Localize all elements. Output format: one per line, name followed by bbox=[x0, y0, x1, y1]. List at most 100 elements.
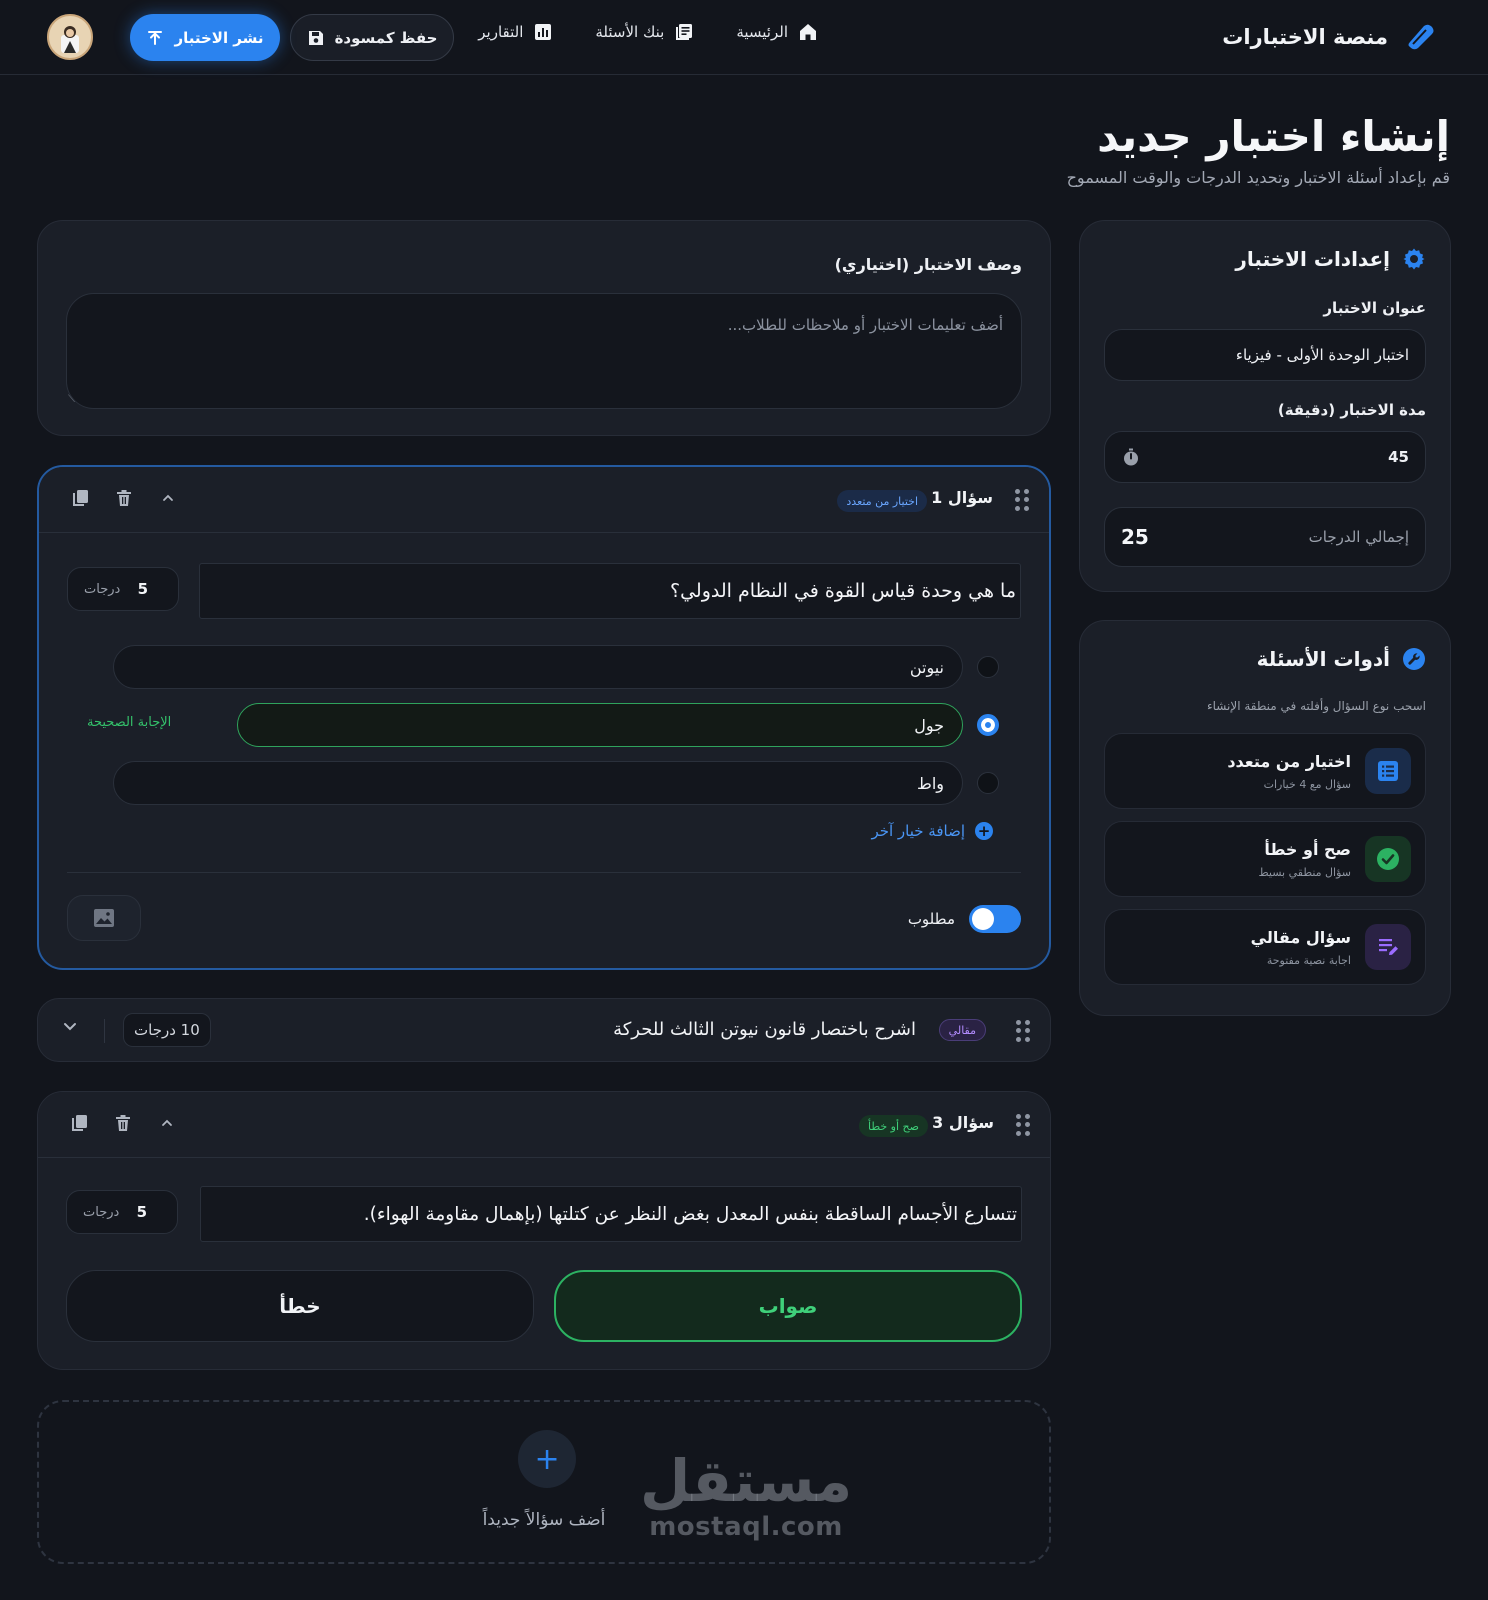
score-input[interactable]: 5 درجات bbox=[67, 567, 179, 611]
gear-icon bbox=[1403, 248, 1425, 270]
nav-link-label: الرئيسية bbox=[736, 23, 788, 41]
user-avatar-icon bbox=[61, 26, 79, 53]
trash-icon[interactable] bbox=[112, 1112, 134, 1134]
drag-handle-icon[interactable] bbox=[1016, 1020, 1030, 1042]
tool-essay[interactable]: سؤال مقالي اجابة نصية مفتوحة bbox=[1104, 909, 1426, 985]
tool-name: اختيار من متعدد bbox=[1227, 752, 1351, 771]
option-radio[interactable] bbox=[977, 772, 999, 794]
question-text: اشرح باختصار قانون نيوتن الثالث للحركة bbox=[613, 1019, 916, 1040]
tools-hint: اسحب نوع السؤال وأفلته في منطقة الإنشاء bbox=[1207, 699, 1426, 713]
copy-icon[interactable] bbox=[69, 487, 91, 509]
copy-icon[interactable] bbox=[68, 1112, 90, 1134]
add-question-label: أضف سؤالاً جديداً bbox=[482, 1510, 606, 1530]
settings-heading-text: إعدادات الاختبار bbox=[1235, 247, 1390, 271]
upload-icon bbox=[148, 30, 163, 45]
nav-link-reports[interactable]: التقارير bbox=[478, 22, 553, 42]
tools-heading-text: أدوات الأسئلة bbox=[1256, 647, 1390, 671]
type-badge: مقالي bbox=[938, 1019, 986, 1041]
edit-text-icon bbox=[1365, 924, 1411, 970]
question-actions bbox=[68, 1112, 178, 1134]
nav-links: الرئيسية بنك الأسئلة التقارير bbox=[478, 22, 818, 42]
score-unit: درجات bbox=[84, 581, 121, 597]
question-bank-icon bbox=[676, 24, 693, 40]
duration-label: مدة الاختبار (دقيقة) bbox=[1277, 401, 1426, 419]
question-header: سؤال 1 اختيار من متعدد bbox=[39, 467, 1049, 533]
drag-handle-icon[interactable] bbox=[1015, 489, 1029, 511]
add-image-button[interactable] bbox=[67, 895, 141, 941]
add-option-label: إضافة خيار آخر bbox=[871, 822, 965, 840]
question-actions bbox=[69, 487, 179, 509]
tool-true-false[interactable]: صح أو خطأ سؤال منطقي بسيط bbox=[1104, 821, 1426, 897]
score-input[interactable]: 5 درجات bbox=[66, 1190, 178, 1234]
required-label: مطلوب bbox=[907, 910, 955, 928]
trash-icon[interactable] bbox=[113, 487, 135, 509]
settings-heading: إعدادات الاختبار bbox=[1235, 247, 1426, 271]
quiz-title-label: عنوان الاختبار bbox=[1323, 299, 1426, 317]
resize-handle-icon[interactable]: ⟋ bbox=[68, 394, 75, 405]
nav-link-home[interactable]: الرئيسية bbox=[736, 22, 818, 42]
check-circle-icon bbox=[1365, 836, 1411, 882]
option-input[interactable]: نيوتن bbox=[113, 645, 963, 689]
chevron-down-icon[interactable] bbox=[62, 1018, 78, 1038]
brand[interactable]: منصة الاختبارات bbox=[1222, 20, 1438, 54]
reports-icon bbox=[535, 24, 552, 40]
required-toggle[interactable] bbox=[969, 905, 1021, 933]
tools-heading: أدوات الأسئلة bbox=[1257, 647, 1426, 671]
total-score-label: إجمالي الدرجات bbox=[1308, 528, 1409, 546]
option-input-correct[interactable]: جول bbox=[237, 703, 963, 747]
question-tools-card: أدوات الأسئلة اسحب نوع السؤال وأفلته في … bbox=[1079, 620, 1451, 1016]
quiz-settings-card: إعدادات الاختبار عنوان الاختبار اختبار ا… bbox=[1079, 220, 1451, 592]
required-toggle-row: مطلوب bbox=[908, 905, 1021, 933]
question-header: سؤال 3 صح أو خطأ bbox=[38, 1092, 1050, 1158]
avatar[interactable] bbox=[47, 14, 93, 60]
save-icon bbox=[308, 30, 323, 45]
question-card-2-collapsed[interactable]: مقالي اشرح باختصار قانون نيوتن الثالث لل… bbox=[37, 998, 1051, 1062]
option-row: نيوتن bbox=[87, 645, 999, 689]
tool-name: سؤال مقالي bbox=[1250, 928, 1351, 947]
add-question-plus-icon[interactable]: + bbox=[518, 1430, 576, 1488]
question-text-input[interactable]: تتسارع الأجسام الساقطة بنفس المعدل بغض ا… bbox=[200, 1186, 1022, 1242]
nav-link-label: التقارير bbox=[478, 23, 524, 41]
timer-icon bbox=[1124, 448, 1138, 466]
question-card-1: سؤال 1 اختيار من متعدد ما هي وحدة قياس ا… bbox=[37, 465, 1051, 970]
add-question-dropzone[interactable]: + أضف سؤالاً جديداً bbox=[37, 1400, 1051, 1564]
duration-input[interactable]: 45 bbox=[1104, 431, 1426, 483]
chevron-up-icon[interactable] bbox=[156, 1112, 178, 1134]
tool-desc: سؤال مع 4 خيارات bbox=[1263, 778, 1351, 791]
drag-handle-icon[interactable] bbox=[1016, 1114, 1030, 1136]
save-draft-button[interactable]: حفظ كمسودة bbox=[290, 14, 454, 61]
type-badge: صح أو خطأ bbox=[859, 1115, 928, 1137]
chevron-up-icon[interactable] bbox=[157, 487, 179, 509]
option-input[interactable]: واط bbox=[113, 761, 963, 805]
option-radio-selected[interactable] bbox=[977, 714, 999, 736]
correct-answer-tag: الإجابة الصحيحة bbox=[87, 715, 172, 730]
brand-title: منصة الاختبارات bbox=[1222, 25, 1388, 49]
home-icon bbox=[800, 24, 816, 40]
publish-button[interactable]: نشر الاختبار bbox=[130, 14, 280, 61]
image-icon bbox=[94, 909, 114, 927]
watermark: مستقل mostaql.com bbox=[640, 1452, 852, 1542]
nav-link-label: بنك الأسئلة bbox=[595, 23, 665, 41]
description-label: وصف الاختبار (اختياري) bbox=[834, 255, 1022, 274]
description-card: وصف الاختبار (اختياري) أضف تعليمات الاخت… bbox=[37, 220, 1051, 436]
nav-link-question-bank[interactable]: بنك الأسئلة bbox=[595, 22, 694, 42]
total-score-box: إجمالي الدرجات 25 bbox=[1104, 507, 1426, 567]
true-option-button[interactable]: صواب bbox=[554, 1270, 1022, 1342]
false-option-button[interactable]: خطأ bbox=[66, 1270, 534, 1342]
option-row: واط bbox=[87, 761, 999, 805]
description-textarea[interactable]: أضف تعليمات الاختبار أو ملاحظات للطلاب..… bbox=[66, 293, 1022, 409]
question-text-input[interactable]: ما هي وحدة قياس القوة في النظام الدولي؟ bbox=[199, 563, 1021, 619]
add-option-button[interactable]: + إضافة خيار آخر bbox=[871, 822, 993, 840]
save-draft-label: حفظ كمسودة bbox=[334, 28, 438, 47]
plus-circle-icon: + bbox=[975, 822, 993, 840]
score-value: 5 bbox=[137, 580, 148, 598]
brand-logo-icon bbox=[1404, 20, 1438, 54]
quiz-title-input[interactable]: اختبار الوحدة الأولى - فيزياء bbox=[1104, 329, 1426, 381]
option-radio[interactable] bbox=[977, 656, 999, 678]
tool-multiple-choice[interactable]: اختيار من متعدد سؤال مع 4 خيارات bbox=[1104, 733, 1426, 809]
watermark-logo: مستقل bbox=[640, 1447, 853, 1515]
option-row: جول الإجابة الصحيحة bbox=[87, 703, 999, 747]
divider bbox=[67, 872, 1021, 873]
type-badge: اختيار من متعدد bbox=[837, 490, 927, 512]
score-value: 5 bbox=[136, 1203, 147, 1221]
